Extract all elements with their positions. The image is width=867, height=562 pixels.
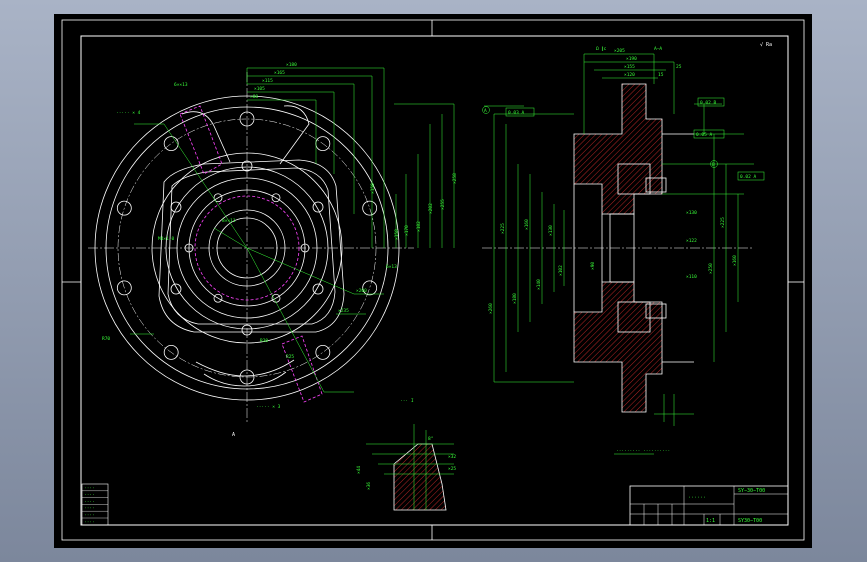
section-dim-left-4: ×140	[536, 279, 542, 290]
sheet-corner-note: √ Ra	[760, 42, 772, 48]
front-callout-1: ····· × 3	[256, 404, 281, 410]
front-note-4: 6×13	[386, 264, 397, 270]
section-dim-left-7: ×90	[590, 262, 596, 270]
section-note: ········· ··········	[616, 449, 670, 454]
section-dim-right-1: ×225	[720, 217, 726, 228]
detail-dim-4: 8°	[428, 436, 434, 442]
section-dim-left-3: ×160	[524, 219, 530, 230]
datum-b: B	[712, 162, 715, 168]
section-dim-left-1: ×225	[500, 223, 506, 234]
front-dim-top-2: ×115	[262, 78, 273, 84]
flange-bolt-hole	[163, 136, 179, 152]
boss-bolt-hole	[170, 201, 182, 213]
section-dim-top-4: 15	[658, 72, 664, 78]
front-section-mark: A	[232, 432, 235, 438]
boss-bolt-hole	[170, 283, 182, 295]
rib-bottom-inner	[195, 359, 295, 377]
revision-row: ····	[84, 500, 95, 505]
detail-view: ··· I ×44 ×36 ×32 ×25 8°	[356, 398, 456, 511]
title-drawing-no: SY30−T00	[738, 518, 762, 524]
section-dim-top-2: ×155	[624, 64, 635, 70]
section-dim-top-1: ×190	[626, 56, 637, 62]
front-dim-right-0: ×258	[452, 173, 458, 184]
tolerance-3: 0.02 A	[740, 174, 757, 180]
title-scale: 1:1	[706, 518, 715, 524]
flange-bolt-hole	[315, 344, 331, 360]
front-note-6: R25	[286, 354, 294, 360]
section-dim-top-3: ×120	[624, 72, 635, 78]
section-dim-right-4: ×122	[686, 238, 697, 244]
tolerance-2: 0.05 A	[696, 132, 713, 138]
boss-bolt-hole	[312, 283, 324, 295]
section-dim-left-6: ×102	[558, 265, 564, 276]
hidden-lines	[179, 105, 323, 403]
revision-row: ····	[84, 493, 95, 498]
detail-dim-2: ×32	[448, 454, 456, 460]
section-dim-left-5: ×130	[548, 225, 554, 236]
rib-right	[279, 105, 310, 165]
section-dim-right-0: ×250	[708, 263, 714, 274]
sheet-roughness-note: Ω ∥c	[596, 46, 607, 52]
section-dim-left-2: ×180	[512, 293, 518, 304]
section-dim-left-0: ×260	[488, 303, 494, 314]
front-callout-0: ····· × 4	[116, 110, 141, 116]
front-note-3: ×235	[338, 308, 349, 314]
front-dim-top-4: ×88	[250, 94, 258, 100]
cad-viewport[interactable]: √ Ra Ω ∥c ×180 ×165 ×115 ×105 ×88 ×258 ×…	[54, 14, 812, 548]
revision-row: ····	[84, 520, 95, 525]
front-note-5: R30	[260, 338, 268, 344]
title-code: SY−30−T00	[738, 488, 765, 494]
tolerance-1: 0.02 B	[700, 100, 717, 106]
section-view: A B 0.03 A 0.02 B 0.05 A 0.02 A ×205 ×19…	[482, 46, 765, 455]
boss-bolt-hole	[312, 201, 324, 213]
front-dim-right-6: ×150	[370, 183, 376, 194]
revision-row: ····	[84, 486, 95, 491]
front-dim-right-4: ×170	[404, 225, 410, 236]
detail-dim-1: ×36	[366, 482, 372, 490]
boss-profile-inner	[167, 167, 336, 325]
section-dimension-lines	[484, 53, 754, 455]
title-part-name: ······	[688, 495, 706, 501]
front-note-0: M4×1.0	[158, 236, 175, 242]
detail-dim-3: ×25	[448, 466, 456, 472]
revision-table: ························	[81, 483, 109, 526]
section-dim-top-0: ×205	[614, 48, 625, 54]
flange-bolt-hole	[362, 200, 378, 216]
section-dim-right-5: ×110	[686, 274, 697, 280]
front-note-2: ×200	[356, 288, 367, 294]
front-dim-right-5: ×158	[394, 229, 400, 240]
tolerance-0: 0.03 A	[508, 110, 525, 116]
front-dim-right-3: ×182	[416, 221, 422, 232]
front-note-7: R70	[102, 336, 110, 342]
revision-row: ····	[84, 514, 95, 519]
detail-title: ··· I	[400, 398, 414, 404]
front-dim-top-0: ×180	[286, 62, 297, 68]
front-note-8: 6××13	[174, 82, 188, 88]
detail-dim-0: ×44	[356, 466, 362, 474]
front-dim-right-2: ×202	[428, 203, 434, 214]
front-dim-right-1: ×255	[440, 199, 446, 210]
front-note-1: 8××11	[222, 218, 236, 224]
front-dim-top-1: ×165	[274, 70, 285, 76]
engineering-drawing: √ Ra Ω ∥c ×180 ×165 ×115 ×105 ×88 ×258 ×…	[61, 19, 805, 541]
front-view: ×180 ×165 ×115 ×105 ×88 ×258 ×255 ×202 ×…	[88, 62, 458, 438]
section-dim-right-3: ×130	[686, 210, 697, 216]
datum-a: A	[484, 108, 487, 114]
section-dim-right-2: ×160	[732, 255, 738, 266]
inner-frame	[80, 35, 789, 526]
title-block: ······ SY−30−T00 1:1 SY30−T00	[629, 485, 789, 526]
revision-row: ····	[84, 507, 95, 512]
section-dim-top-5: 25	[676, 64, 682, 70]
section-title: A–A	[654, 46, 662, 52]
front-dim-top-3: ×105	[254, 86, 265, 92]
